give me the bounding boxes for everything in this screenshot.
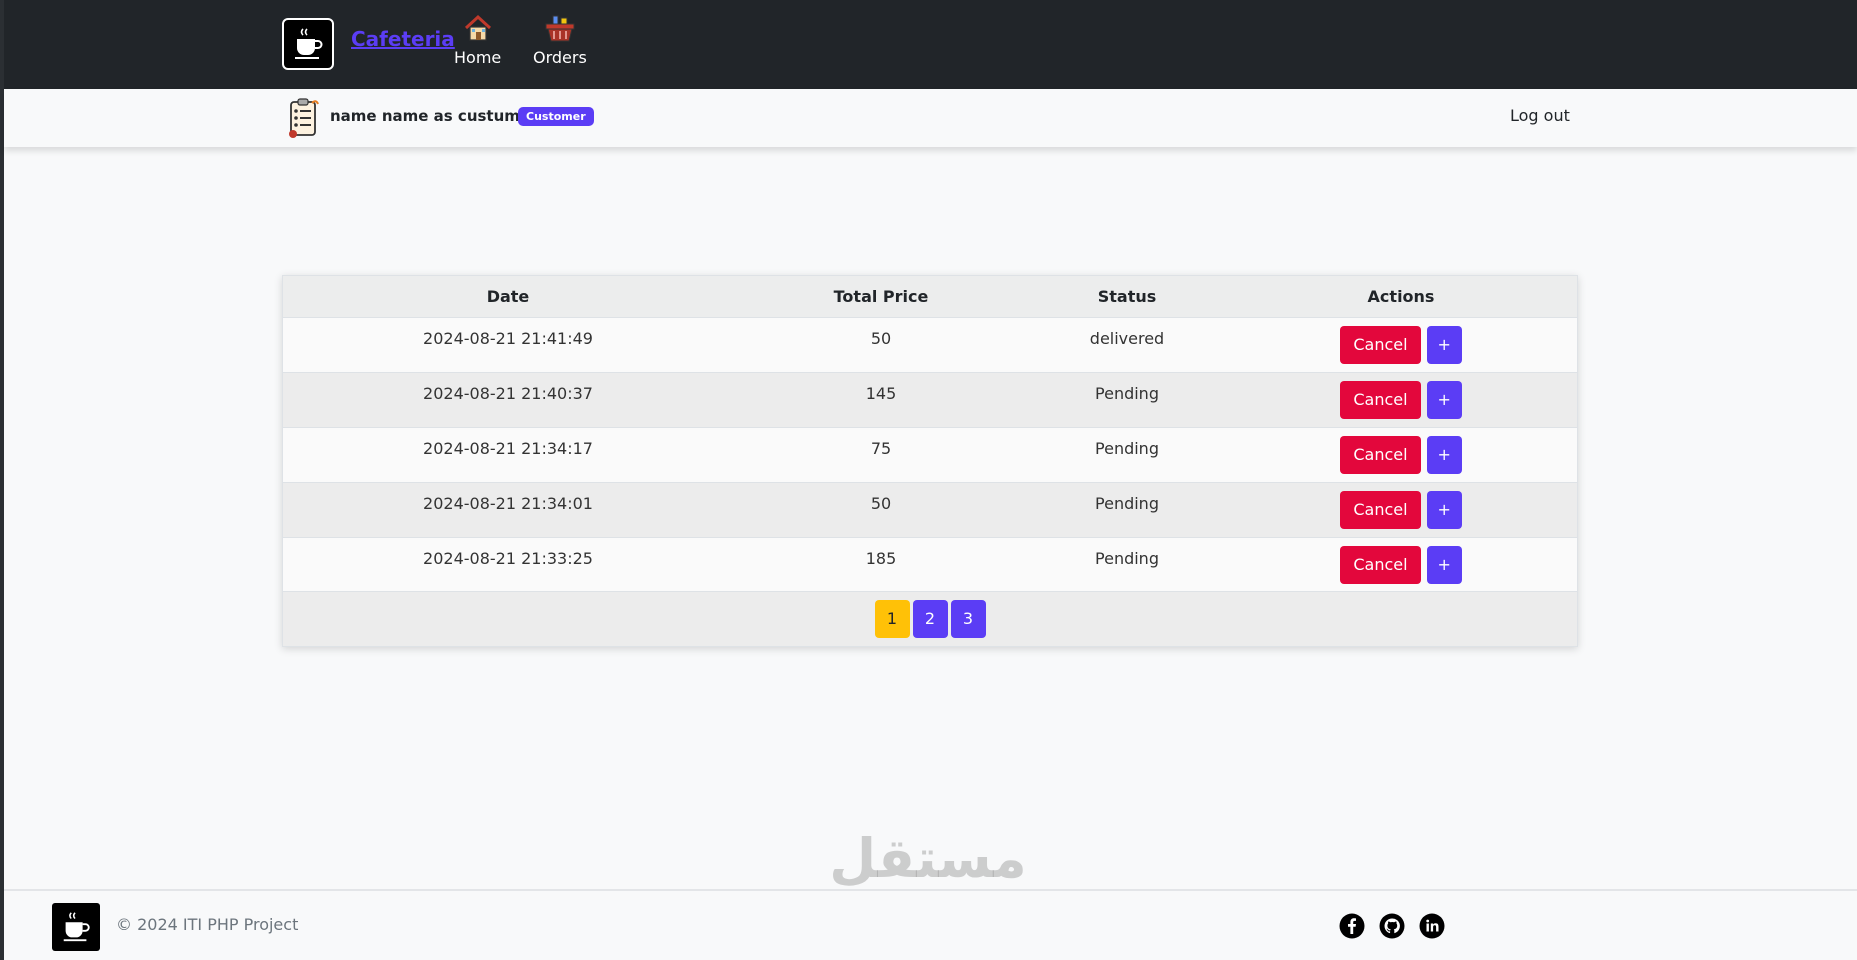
user-name: name name as custumer [330, 107, 538, 125]
cancel-order-button[interactable]: Cancel [1340, 325, 1421, 364]
order-date: 2024-08-21 21:40:37 [423, 383, 593, 403]
copyright-text: © 2024 ITI PHP Project [116, 915, 299, 934]
add-order-button[interactable]: + [1426, 490, 1462, 529]
column-header-date: Date [486, 286, 530, 306]
order-date: 2024-08-21 21:41:49 [423, 328, 593, 348]
orders-table: Date Total Price Status Actions 2024-08-… [283, 276, 1577, 592]
add-order-button[interactable]: + [1426, 380, 1462, 419]
watermark-arabic-text: مستقل [829, 827, 1027, 890]
order-total-price: 50 [870, 328, 892, 348]
nav-label-home: Home [454, 48, 502, 67]
column-header-status: Status [1097, 286, 1157, 306]
orders-basket-icon [543, 12, 577, 44]
page-button-1[interactable]: 1 [874, 600, 910, 638]
order-total-price: 145 [865, 383, 897, 403]
order-date: 2024-08-21 21:33:25 [423, 548, 593, 568]
footer: © 2024 ITI PHP Project [4, 889, 1857, 960]
order-actions: Cancel + [1225, 537, 1577, 592]
table-row: 2024-08-21 21:41:49 50 delivered Cancel … [283, 317, 1577, 372]
order-total-price: 75 [870, 438, 892, 458]
add-order-button[interactable]: + [1426, 325, 1462, 364]
github-icon[interactable] [1379, 913, 1405, 939]
cancel-order-button[interactable]: Cancel [1340, 490, 1421, 529]
order-total-price: 185 [865, 548, 897, 568]
orders-table-card: Date Total Price Status Actions 2024-08-… [282, 275, 1578, 647]
logout-link[interactable]: Log out [1510, 106, 1570, 125]
cancel-order-button[interactable]: Cancel [1340, 435, 1421, 474]
home-icon [461, 12, 495, 44]
brand-logo-coffee-cup-icon[interactable] [282, 18, 334, 70]
pagination: 1 2 3 [283, 591, 1577, 646]
add-order-button[interactable]: + [1426, 435, 1462, 474]
cancel-order-button[interactable]: Cancel [1340, 380, 1421, 419]
page-button-3[interactable]: 3 [950, 600, 986, 638]
top-navbar: Cafeteria Home Orders [4, 0, 1857, 89]
table-row: 2024-08-21 21:40:37 145 Pending Cancel + [283, 372, 1577, 427]
cancel-order-button[interactable]: Cancel [1340, 545, 1421, 584]
facebook-icon[interactable] [1339, 913, 1365, 939]
order-list-icon [284, 97, 322, 139]
column-header-total-price: Total Price [833, 286, 929, 306]
order-actions: Cancel + [1225, 372, 1577, 427]
user-bar: name name as custumer Customer Log out [4, 89, 1857, 147]
footer-logo-coffee-cup-icon [52, 903, 100, 951]
order-status: Pending [1095, 438, 1159, 458]
add-order-button[interactable]: + [1426, 545, 1462, 584]
nav-label-orders: Orders [533, 48, 587, 67]
order-date: 2024-08-21 21:34:01 [423, 493, 593, 513]
order-actions: Cancel + [1225, 317, 1577, 372]
order-date: 2024-08-21 21:34:17 [423, 438, 593, 458]
order-status: delivered [1089, 328, 1165, 348]
table-row: 2024-08-21 21:33:25 185 Pending Cancel + [283, 537, 1577, 592]
role-badge: Customer [518, 107, 594, 126]
table-row: 2024-08-21 21:34:17 75 Pending Cancel + [283, 427, 1577, 482]
table-header-row: Date Total Price Status Actions [283, 276, 1577, 317]
linkedin-icon[interactable] [1419, 913, 1445, 939]
nav-item-home[interactable]: Home [454, 12, 501, 67]
order-actions: Cancel + [1225, 482, 1577, 537]
nav-item-orders[interactable]: Orders [533, 12, 587, 67]
brand-link[interactable]: Cafeteria [351, 27, 455, 51]
order-total-price: 50 [870, 493, 892, 513]
page-button-2[interactable]: 2 [912, 600, 948, 638]
order-status: Pending [1095, 383, 1159, 403]
order-status: Pending [1095, 548, 1159, 568]
order-status: Pending [1095, 493, 1159, 513]
order-actions: Cancel + [1225, 427, 1577, 482]
column-header-actions: Actions [1367, 286, 1435, 306]
table-row: 2024-08-21 21:34:01 50 Pending Cancel + [283, 482, 1577, 537]
